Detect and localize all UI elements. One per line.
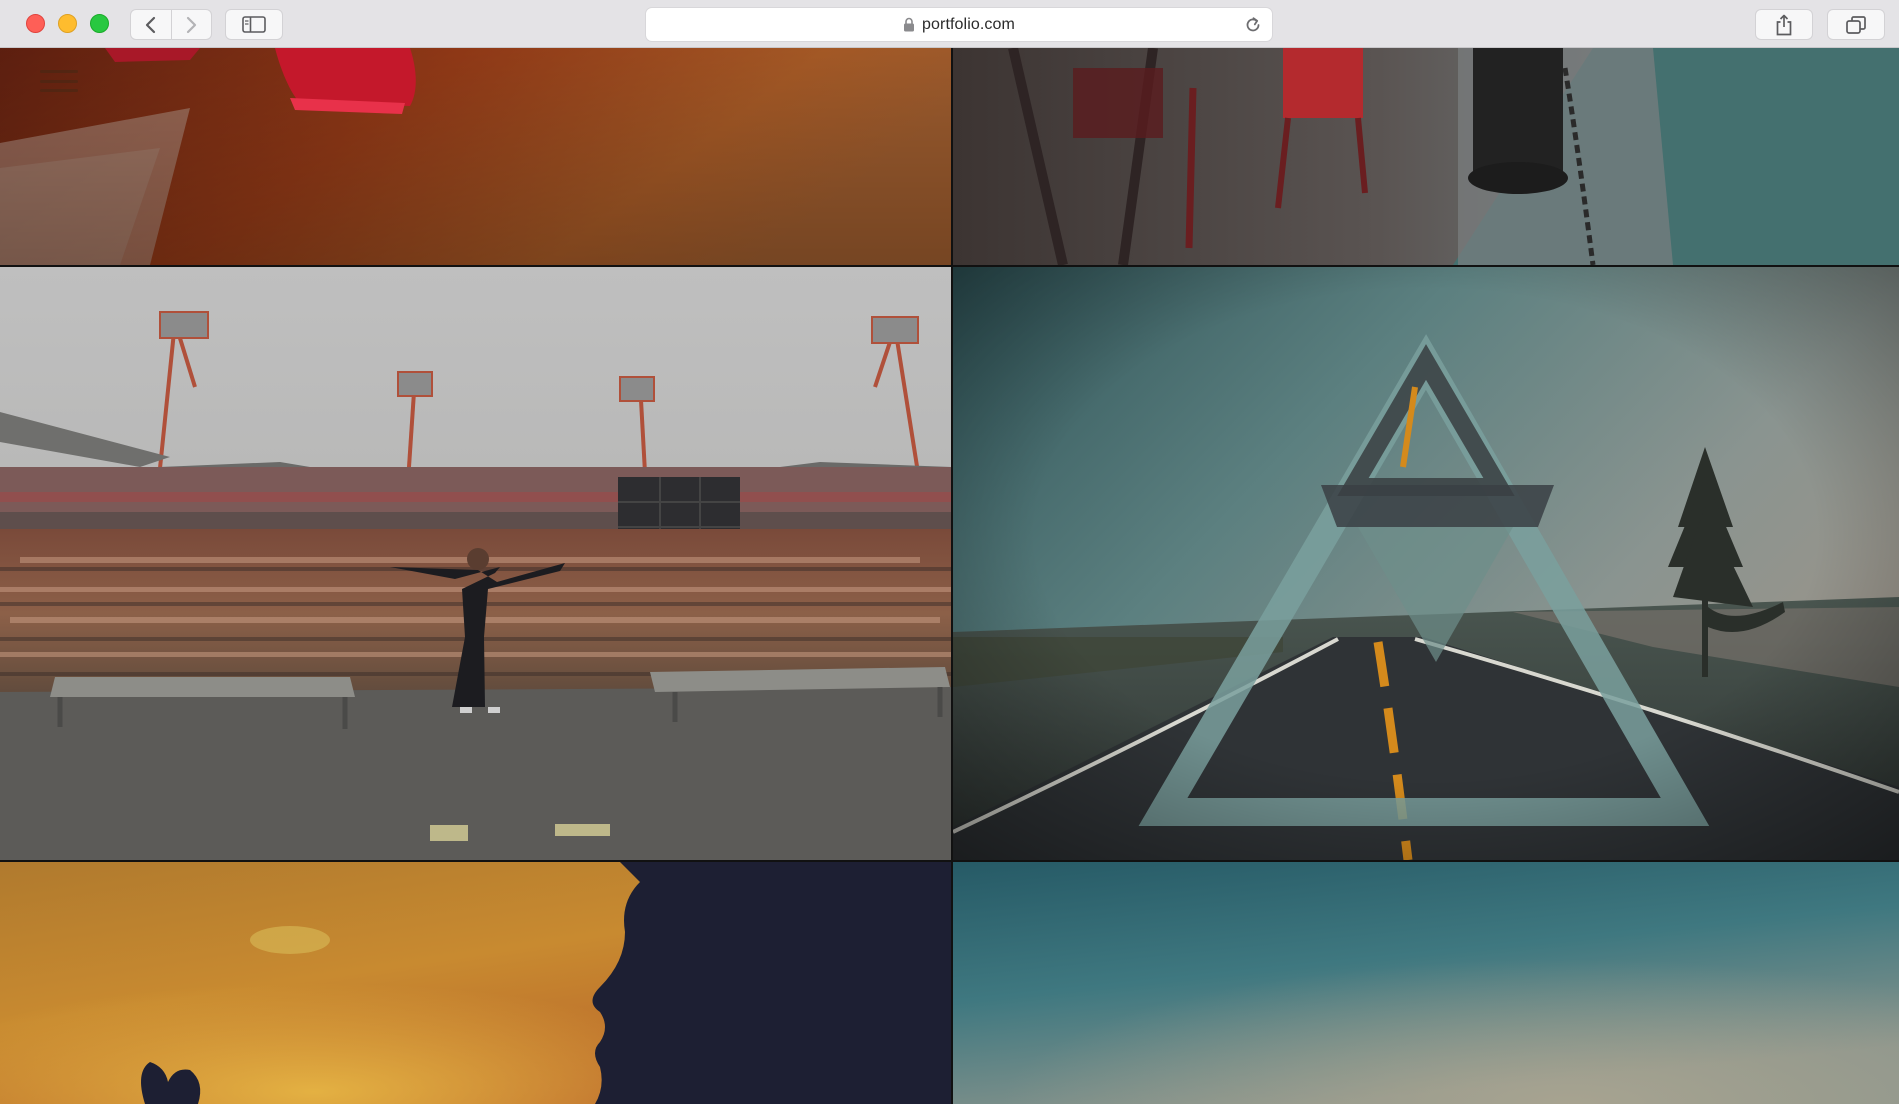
chevron-left-icon — [145, 16, 155, 33]
portfolio-gallery — [0, 48, 1899, 1104]
share-button[interactable] — [1755, 9, 1813, 40]
forward-button[interactable] — [170, 10, 212, 39]
reload-icon — [1246, 17, 1260, 32]
patio-chairs-photo[interactable] — [953, 48, 1899, 265]
stadium-concert-photo[interactable] — [0, 267, 951, 860]
url-text: portfolio.com — [922, 15, 1015, 33]
running-track-photo[interactable] — [0, 48, 951, 265]
hamburger-menu-icon[interactable] — [40, 70, 78, 92]
close-window-icon[interactable] — [26, 14, 45, 33]
browser-window: portfolio.com — [0, 0, 1899, 1104]
share-icon — [1776, 14, 1792, 35]
triangle-road-photo[interactable] — [953, 267, 1899, 860]
sunset-silhouette-photo[interactable] — [0, 862, 951, 1104]
tabs-overview-icon — [1846, 15, 1866, 34]
maximize-window-icon[interactable] — [90, 14, 109, 33]
back-button[interactable] — [131, 10, 171, 39]
sidebar-button[interactable] — [225, 9, 283, 40]
minimize-window-icon[interactable] — [58, 14, 77, 33]
navigation-buttons — [130, 9, 212, 40]
teal-sky-photo[interactable] — [953, 862, 1899, 1104]
chevron-right-icon — [187, 16, 197, 33]
sidebar-icon — [242, 16, 266, 33]
browser-toolbar: portfolio.com — [0, 0, 1899, 48]
tabs-overview-button[interactable] — [1827, 9, 1885, 40]
reload-button[interactable] — [1242, 14, 1264, 36]
lock-icon — [904, 17, 915, 32]
address-bar[interactable]: portfolio.com — [645, 7, 1273, 42]
